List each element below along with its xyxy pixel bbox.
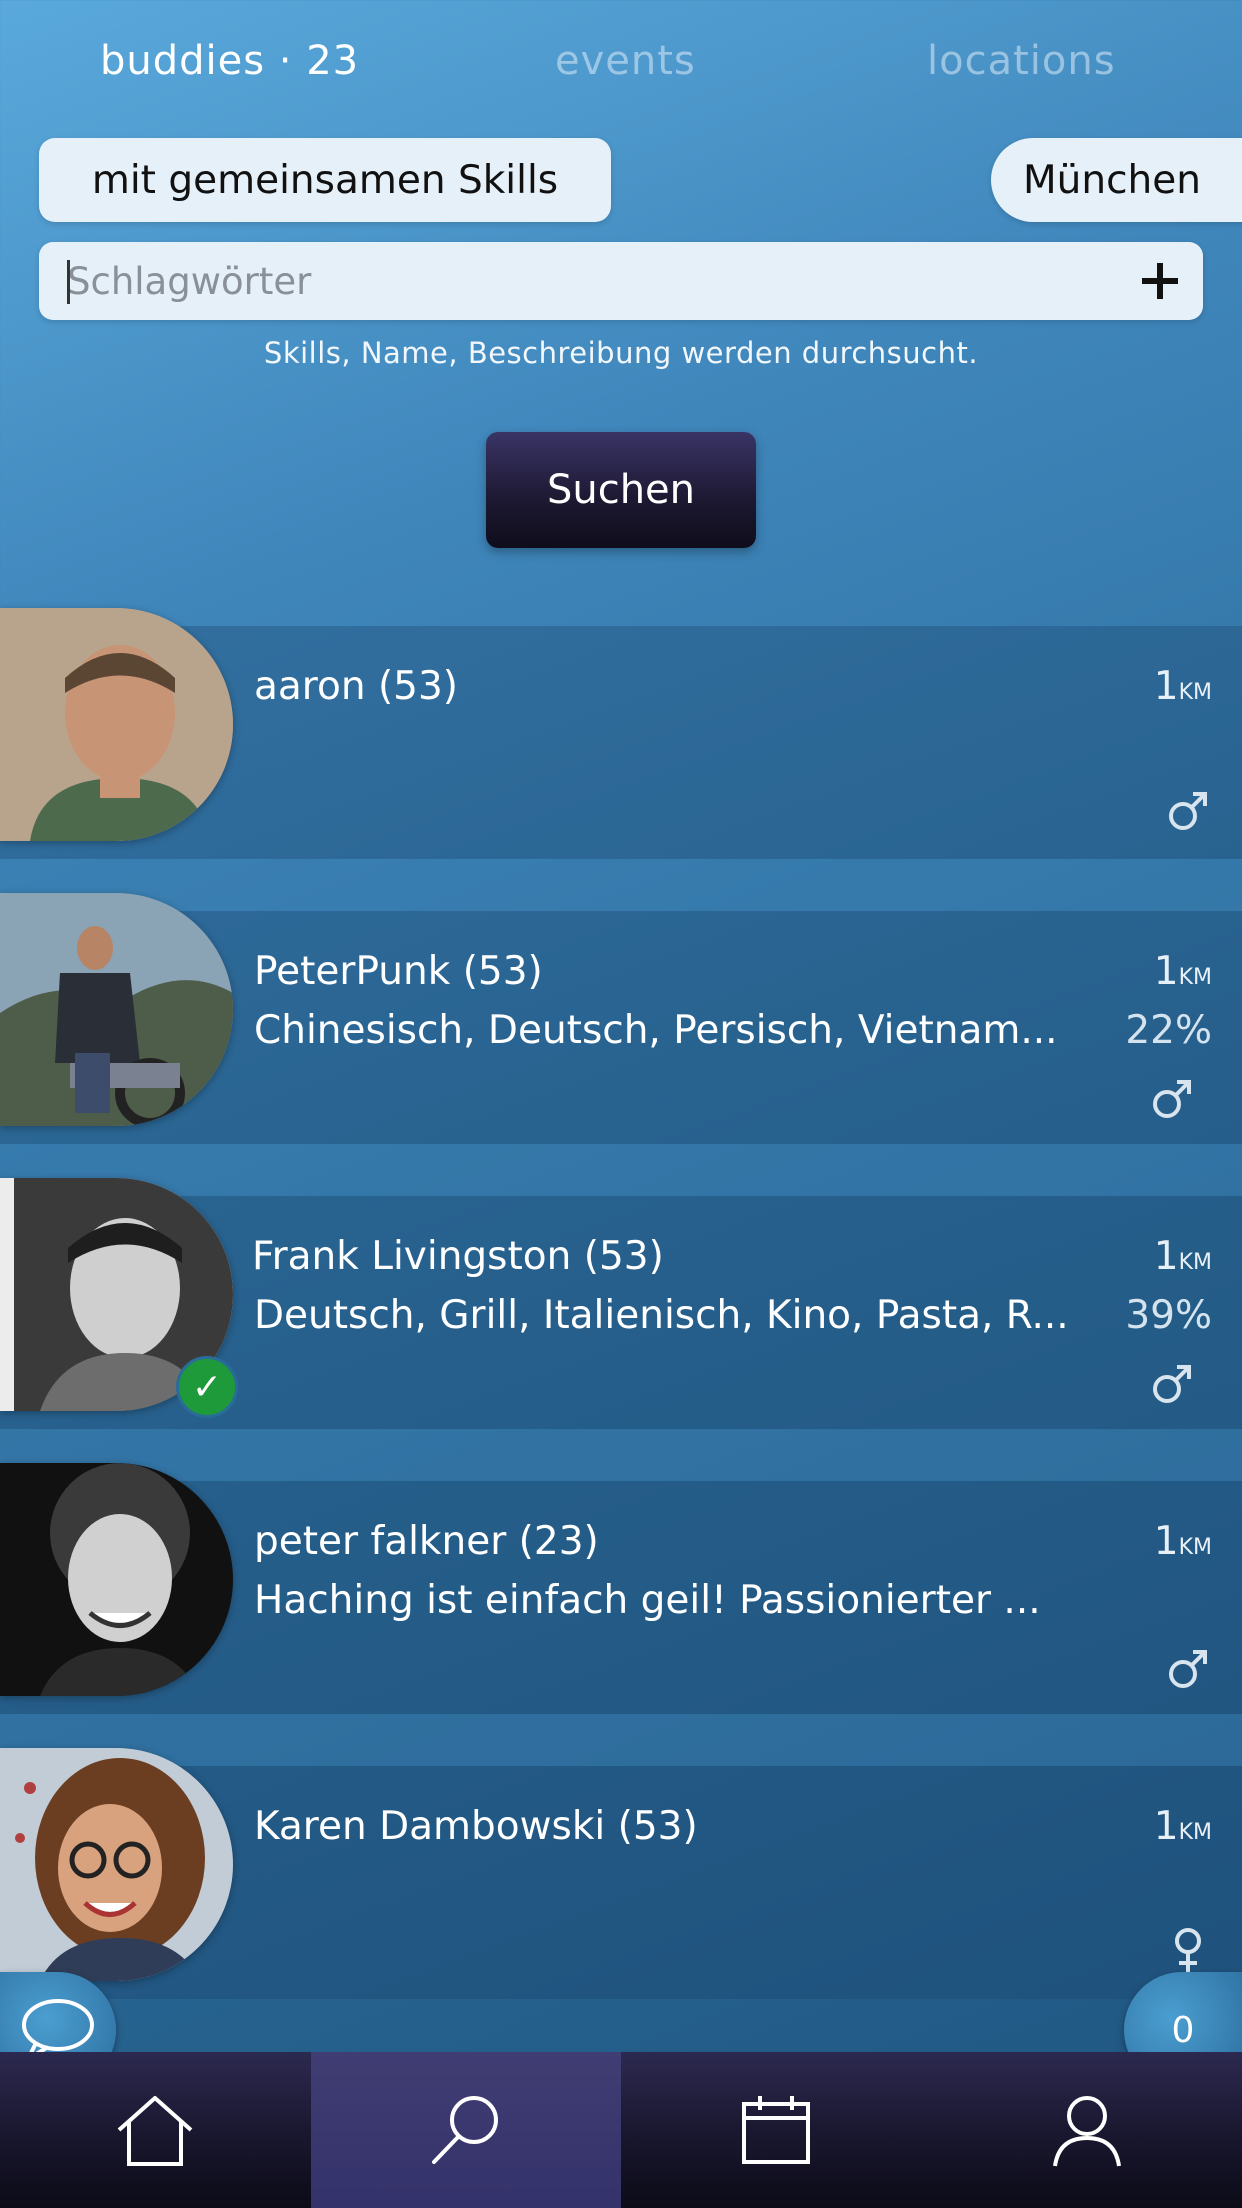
avatar	[0, 893, 233, 1126]
buddy-distance: 1KM	[1153, 1519, 1212, 1564]
buddy-name: Frank Livingston (53)	[252, 1234, 664, 1279]
keyword-input[interactable]	[39, 246, 1079, 316]
list-item[interactable]: peter falkner (23) Haching ist einfach g…	[0, 1463, 1242, 1714]
notification-count: 0	[1171, 2009, 1195, 2051]
row-divider	[0, 1714, 1242, 1766]
nav-search[interactable]	[310, 2052, 621, 2208]
buddy-name: Karen Dambowski (53)	[254, 1804, 698, 1849]
avatar	[0, 1748, 233, 1981]
buddy-match-percent: 22%	[1125, 1008, 1212, 1053]
male-icon	[1169, 1650, 1207, 1688]
buddy-distance: 1KM	[1153, 1234, 1212, 1279]
buddy-match-percent: 39%	[1125, 1293, 1212, 1338]
buddy-distance: 1KM	[1153, 664, 1212, 709]
keyword-search-box	[39, 242, 1203, 320]
calendar-icon	[742, 2096, 811, 2164]
verified-badge: ✓	[176, 1356, 238, 1418]
buddy-name: aaron (53)	[254, 664, 459, 709]
buddy-distance: 1KM	[1153, 1804, 1212, 1849]
avatar	[0, 608, 233, 841]
tab-events[interactable]: events	[555, 38, 696, 84]
nav-calendar[interactable]	[621, 2052, 932, 2208]
bottom-nav	[0, 2052, 1242, 2208]
male-icon	[1153, 1080, 1191, 1118]
buddy-skills: Chinesisch, Deutsch, Persisch, Vietnam..…	[254, 1008, 1058, 1053]
male-icon	[1169, 792, 1207, 830]
buddy-name: peter falkner (23)	[254, 1519, 599, 1564]
row-divider	[0, 859, 1242, 911]
nav-profile[interactable]	[932, 2052, 1242, 2208]
buddy-distance: 1KM	[1153, 949, 1212, 994]
text-cursor	[67, 260, 70, 304]
buddy-skills: Haching ist einfach geil! Passionierter …	[254, 1578, 1041, 1623]
female-icon	[1175, 1928, 1201, 1972]
top-tabs: buddies · 23 events locations	[0, 38, 1242, 98]
skills-filter-button[interactable]: mit gemeinsamen Skills	[39, 138, 611, 222]
buddy-skills: Deutsch, Grill, Italienisch, Kino, Pasta…	[254, 1293, 1069, 1338]
home-icon	[117, 2096, 193, 2166]
buddy-name: PeterPunk (53)	[254, 949, 543, 994]
male-icon	[1153, 1365, 1191, 1403]
plus-icon[interactable]	[1135, 256, 1185, 306]
list-item[interactable]: PeterPunk (53) Chinesisch, Deutsch, Pers…	[0, 893, 1242, 1144]
city-filter-button[interactable]: München	[991, 138, 1242, 222]
search-button[interactable]: Suchen	[486, 432, 756, 548]
tab-locations[interactable]: locations	[927, 38, 1116, 84]
list-item[interactable]: aaron (53) 1KM	[0, 608, 1242, 859]
nav-home[interactable]	[0, 2052, 311, 2208]
search-icon	[431, 2096, 498, 2164]
row-divider	[0, 1429, 1242, 1481]
tab-buddies[interactable]: buddies · 23	[100, 38, 359, 84]
profile-icon	[1052, 2096, 1121, 2167]
list-item[interactable]: Karen Dambowski (53) 1KM	[0, 1748, 1242, 1999]
row-divider	[0, 1144, 1242, 1196]
avatar	[0, 1463, 233, 1696]
search-hint: Skills, Name, Beschreibung werden durchs…	[263, 336, 979, 370]
list-item[interactable]: ✓ Frank Livingston (53) Deutsch, Grill, …	[0, 1178, 1242, 1429]
